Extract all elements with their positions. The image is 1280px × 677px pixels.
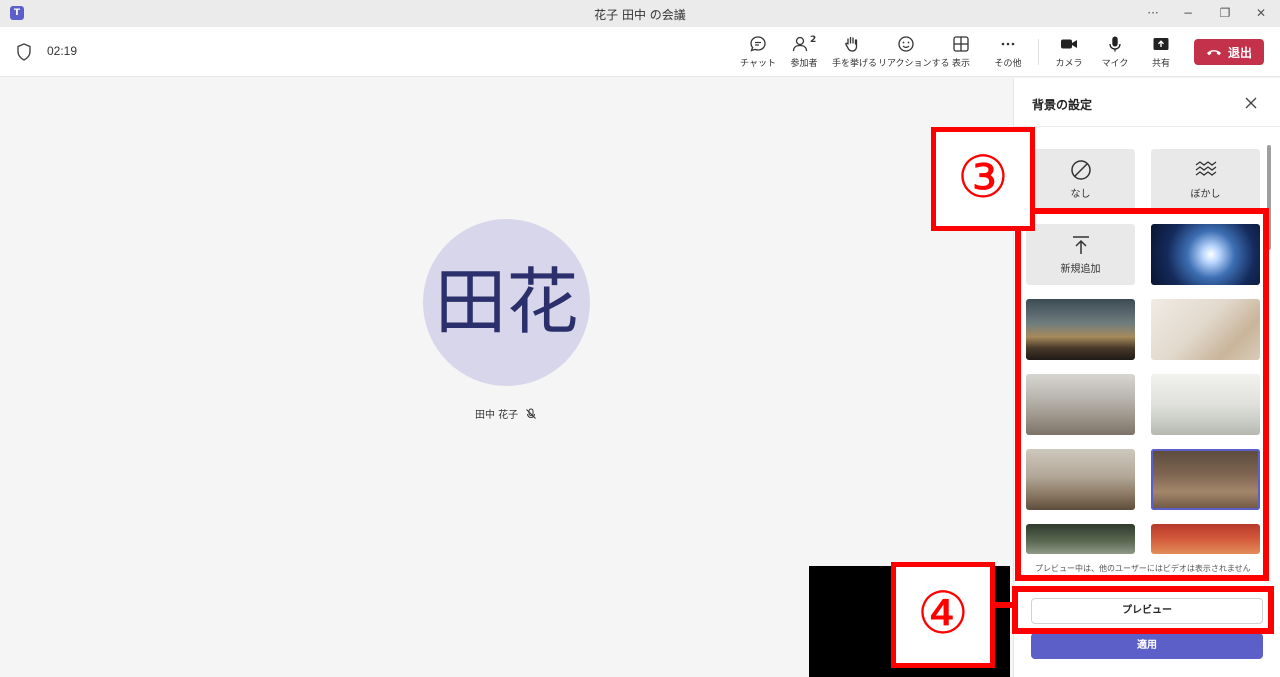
raise-hand-button[interactable]: 手を挙げる xyxy=(832,35,878,73)
share-icon xyxy=(1153,38,1169,50)
share-label: 共有 xyxy=(1151,59,1170,69)
annotation-box-4 xyxy=(1012,586,1274,634)
toolbar-divider xyxy=(1038,39,1039,65)
participant-avatar: 田花 xyxy=(423,219,590,386)
leave-label: 退出 xyxy=(1227,45,1252,60)
react-button[interactable]: リアクションする xyxy=(878,35,950,73)
participant-name-tag: 田中 花子 xyxy=(475,406,537,421)
blur-label: ぼかし xyxy=(1190,189,1221,200)
grid-icon xyxy=(953,36,969,52)
participant-name: 田中 花子 xyxy=(475,410,519,421)
chat-button[interactable]: チャット xyxy=(740,35,776,73)
camera-label: カメラ xyxy=(1055,59,1083,69)
meeting-timer: 02:19 xyxy=(47,44,78,58)
window-more-button[interactable]: ··· xyxy=(1142,4,1164,22)
background-none-tile[interactable]: なし xyxy=(1026,149,1135,210)
apply-button[interactable]: 適用 xyxy=(1031,633,1263,659)
participants-count: 2 xyxy=(810,35,817,45)
close-window-button[interactable]: ✕ xyxy=(1250,4,1272,22)
panel-divider xyxy=(1014,126,1280,127)
annotation-label-4: ④ xyxy=(891,562,995,668)
participants-button[interactable]: 2 参加者 xyxy=(788,35,820,73)
none-icon xyxy=(1070,160,1091,180)
blur-icon xyxy=(1195,161,1216,176)
annotation-connector-4 xyxy=(993,602,1015,608)
leave-button[interactable]: 退出 xyxy=(1194,39,1264,65)
shield-icon xyxy=(17,43,31,61)
hand-icon xyxy=(845,36,858,52)
close-panel-icon[interactable] xyxy=(1243,95,1259,111)
mic-off-icon xyxy=(526,408,537,419)
meeting-toolbar: 02:19 チャット 2 参加者 手を挙げる リアクションする 表示 その他 カ… xyxy=(0,27,1280,77)
camera-button[interactable]: カメラ xyxy=(1054,35,1084,73)
view-button[interactable]: 表示 xyxy=(945,35,977,73)
mic-label: マイク xyxy=(1101,59,1129,69)
camera-icon xyxy=(1061,39,1077,49)
background-blur-tile[interactable]: ぼかし xyxy=(1151,149,1260,210)
react-label: リアクションする xyxy=(878,59,950,69)
panel-title: 背景の設定 xyxy=(1032,98,1093,112)
chat-label: チャット xyxy=(740,59,776,69)
mic-button[interactable]: マイク xyxy=(1100,35,1130,73)
window-title: 花子 田中 の会議 xyxy=(594,8,686,22)
more-icon xyxy=(1001,42,1015,46)
hang-up-icon xyxy=(1206,50,1221,56)
microphone-icon xyxy=(1109,36,1121,52)
none-label: なし xyxy=(1070,189,1091,200)
restore-button[interactable]: ❐ xyxy=(1214,4,1236,22)
more-button[interactable]: その他 xyxy=(991,35,1025,73)
share-button[interactable]: 共有 xyxy=(1146,35,1176,73)
more-label: その他 xyxy=(994,59,1022,69)
title-bar: T 花子 田中 の会議 ··· − ❐ ✕ xyxy=(0,0,1280,27)
chat-icon xyxy=(750,36,766,52)
participants-label: 参加者 xyxy=(790,59,818,69)
view-label: 表示 xyxy=(951,59,970,69)
annotation-box-3 xyxy=(1015,208,1269,581)
people-icon xyxy=(792,36,808,52)
annotation-label-3: ③ xyxy=(931,127,1035,231)
smiley-icon xyxy=(898,36,914,52)
raise-hand-label: 手を挙げる xyxy=(832,59,878,69)
minimize-button[interactable]: − xyxy=(1177,4,1199,22)
